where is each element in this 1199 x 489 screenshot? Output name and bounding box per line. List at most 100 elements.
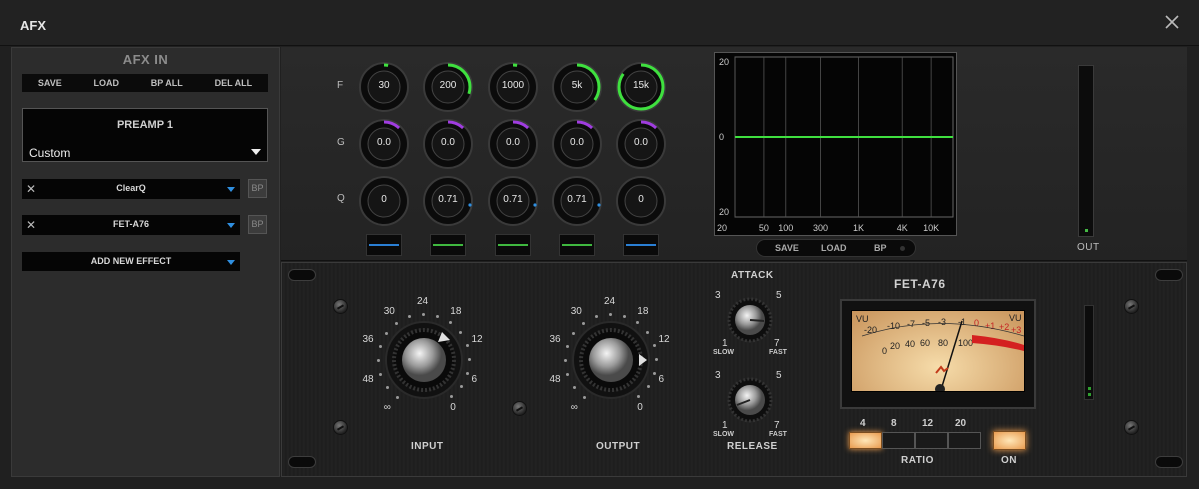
input-label: INPUT	[411, 441, 444, 452]
ratio-button-20[interactable]	[948, 432, 981, 449]
q-knob-3[interactable]: 0.71	[487, 175, 539, 227]
caret-down-icon	[251, 149, 261, 155]
ratio-button-12[interactable]	[915, 432, 948, 449]
q-knob-1[interactable]: 0	[358, 175, 410, 227]
graph-y-tick: 20	[719, 207, 729, 217]
dropdown-arrow-icon	[227, 187, 235, 192]
input-scale-label: 36	[362, 334, 374, 346]
band-type-selector-2[interactable]	[430, 234, 466, 256]
power-on-button[interactable]	[993, 431, 1026, 450]
band-type-line	[433, 244, 463, 246]
rack-slot	[288, 456, 316, 468]
gain-knob-2[interactable]: 0.0	[422, 118, 474, 170]
gain-knob-1[interactable]: 0.0	[358, 118, 410, 170]
frequency-knob-1[interactable]: 30	[358, 61, 410, 113]
band-type-line	[498, 244, 528, 246]
graph-x-tick: 50	[759, 223, 769, 233]
effect-slot-clearq[interactable]: ✕ ClearQ	[22, 179, 240, 199]
band-type-selector-4[interactable]	[559, 234, 595, 256]
input-scale-label: 30	[383, 306, 395, 318]
ratio-button-4[interactable]	[849, 432, 882, 449]
save-button[interactable]: SAVE	[38, 78, 62, 88]
attack-label: ATTACK	[731, 270, 774, 281]
band-type-selector-1[interactable]	[366, 234, 402, 256]
knob-value: 0	[381, 194, 387, 205]
output-scale-label: 18	[637, 306, 649, 318]
load-button[interactable]: LOAD	[94, 78, 120, 88]
graph-save-button[interactable]: SAVE	[775, 243, 799, 253]
frequency-knob-4[interactable]: 5k	[551, 61, 603, 113]
dropdown-arrow-icon	[227, 260, 235, 265]
gain-knob-3[interactable]: 0.0	[487, 118, 539, 170]
screw-icon	[512, 401, 527, 416]
knob-value: 0	[638, 194, 644, 205]
knob-value: 30	[378, 80, 390, 91]
row-label-gain: G	[337, 137, 345, 148]
gain-knob-5[interactable]: 0.0	[615, 118, 667, 170]
input-scale-label: 18	[450, 306, 462, 318]
input-scale-label: 24	[417, 296, 429, 307]
band-type-selector-5[interactable]	[623, 234, 659, 256]
input-knob[interactable]	[384, 320, 464, 400]
bypass-all-button[interactable]: BP ALL	[151, 78, 183, 88]
output-meter	[1078, 65, 1094, 237]
vu-meter: VU -20 -10 -7 -5 -3 -1 0 +1 +2 +3 VU 0 2…	[840, 299, 1036, 409]
release-scale-7: 7	[774, 420, 780, 431]
add-effect-label: ADD NEW EFFECT	[90, 256, 172, 266]
graph-bypass-button[interactable]: BP	[874, 243, 887, 253]
knob-value: 0.71	[503, 194, 523, 205]
eq-response-graph[interactable]: 20 50 100 300 1K 4K 10K 20 0 20	[714, 52, 957, 236]
ratio-button-8[interactable]	[882, 432, 915, 449]
input-scale-label: ∞	[383, 401, 391, 413]
q-knob-5[interactable]: 0	[615, 175, 667, 227]
bypass-button-clearq[interactable]: BP	[248, 179, 267, 198]
close-icon[interactable]	[1163, 13, 1181, 31]
rack-slot	[1155, 456, 1183, 468]
knob-value: 0.0	[377, 137, 391, 148]
knob-value: 0.0	[570, 137, 584, 148]
knob-value: 0.0	[506, 137, 520, 148]
release-knob[interactable]	[727, 377, 773, 423]
row-label-q: Q	[337, 193, 345, 204]
add-new-effect-dropdown[interactable]: ADD NEW EFFECT	[22, 252, 240, 271]
attack-knob[interactable]	[727, 297, 773, 343]
output-scale-dot	[652, 343, 656, 347]
attack-slow-label: SLOW	[713, 349, 734, 356]
output-knob[interactable]	[571, 320, 651, 400]
screw-icon	[1124, 299, 1139, 314]
knob-value: 0.71	[567, 194, 587, 205]
q-knob-4[interactable]: 0.71	[551, 175, 603, 227]
gain-knob-4[interactable]: 0.0	[551, 118, 603, 170]
attack-fast-label: FAST	[769, 349, 787, 356]
graph-load-button[interactable]: LOAD	[821, 243, 847, 253]
preamp-selector[interactable]: PREAMP 1 Custom	[22, 108, 268, 162]
ratio-label-8: 8	[891, 418, 897, 429]
knob-value: 0.0	[634, 137, 648, 148]
input-scale-dot	[407, 315, 411, 318]
q-knob-2[interactable]: 0.71	[422, 175, 474, 227]
output-label: OUTPUT	[596, 441, 641, 452]
knob-value: 0.0	[441, 137, 455, 148]
attack-scale-3: 3	[715, 290, 721, 301]
title-bar: AFX	[0, 0, 1199, 46]
input-scale-label: 6	[471, 373, 478, 385]
ratio-label-12: 12	[922, 418, 934, 429]
frequency-knob-2[interactable]: 200	[422, 61, 474, 113]
graph-x-tick: 10K	[923, 223, 939, 233]
delete-all-button[interactable]: DEL ALL	[215, 78, 253, 88]
graph-x-tick: 300	[813, 223, 828, 233]
frequency-knob-3[interactable]: 1000	[487, 61, 539, 113]
frequency-knob-5[interactable]: 15k	[615, 61, 667, 113]
input-scale-dot	[435, 314, 439, 318]
band-type-selector-3[interactable]	[495, 234, 531, 256]
bypass-button-fet-a76[interactable]: BP	[248, 215, 267, 234]
effect-slot-fet-a76[interactable]: ✕ FET-A76	[22, 215, 240, 235]
eq-graph-svg: 20 50 100 300 1K 4K 10K 20 0 20	[717, 56, 954, 233]
ratio-label-4: 4	[860, 418, 866, 429]
output-scale-dot	[565, 345, 569, 349]
knob-value: 0.71	[438, 194, 458, 205]
output-scale-label: 48	[549, 373, 561, 385]
attack-scale-5: 5	[776, 290, 782, 301]
input-scale-dot	[378, 345, 382, 349]
input-scale-label: 0	[450, 401, 456, 413]
